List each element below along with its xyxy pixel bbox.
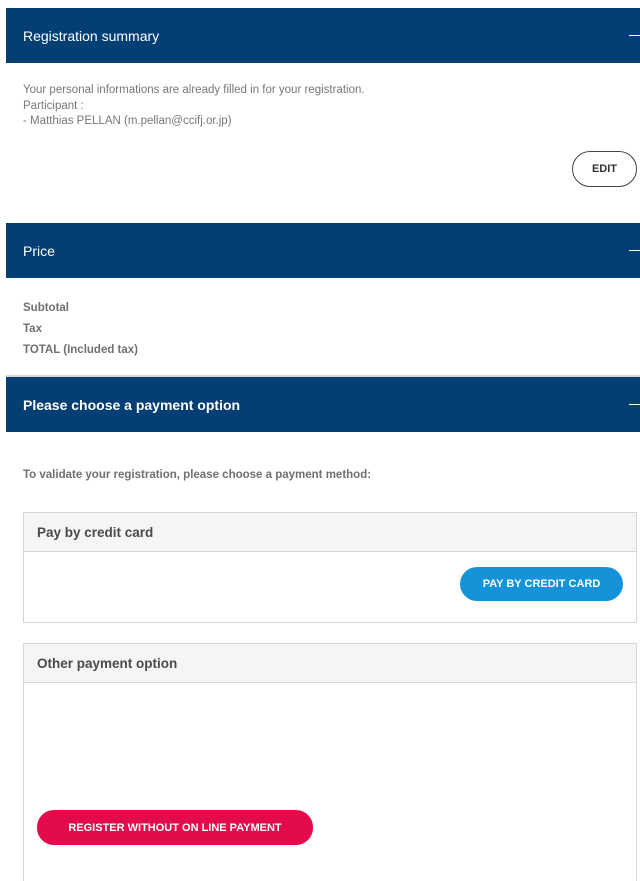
- credit-card-panel: Pay by credit card PAY BY CREDIT CARD: [23, 512, 637, 623]
- price-title: Price: [23, 242, 55, 259]
- price-list: Subtotal Tax TOTAL (Included tax): [23, 298, 138, 361]
- collapse-minus-icon[interactable]: [626, 26, 640, 46]
- registration-summary-header[interactable]: Registration summary: [6, 8, 640, 63]
- registration-summary-body: Your personal informations are already f…: [23, 83, 365, 130]
- other-payment-panel: Other payment option REGISTER WITHOUT ON…: [23, 643, 637, 881]
- registration-summary-title: Registration summary: [23, 27, 160, 44]
- participant-name: - Matthias PELLAN (m.pellan@ccifj.or.jp): [23, 115, 232, 127]
- edit-button[interactable]: EDIT: [572, 151, 637, 187]
- other-payment-panel-heading: Other payment option: [24, 644, 636, 683]
- subtotal-label: Subtotal: [23, 302, 69, 314]
- collapse-minus-icon[interactable]: [626, 241, 640, 261]
- payment-instruction: To validate your registration, please ch…: [23, 469, 372, 481]
- payment-option-title: Please choose a payment option: [23, 396, 241, 413]
- credit-card-panel-heading: Pay by credit card: [24, 513, 636, 552]
- payment-option-header[interactable]: Please choose a payment option: [6, 377, 640, 432]
- tax-label: Tax: [23, 323, 42, 335]
- register-without-payment-button[interactable]: REGISTER WITHOUT ON LINE PAYMENT: [37, 810, 313, 845]
- price-header[interactable]: Price: [6, 223, 640, 278]
- pay-by-credit-card-button[interactable]: PAY BY CREDIT CARD: [460, 567, 623, 601]
- summary-info-text: Your personal informations are already f…: [23, 84, 365, 96]
- collapse-minus-icon[interactable]: [626, 395, 640, 415]
- total-label: TOTAL (Included tax): [23, 344, 139, 356]
- participant-label: Participant :: [23, 99, 84, 112]
